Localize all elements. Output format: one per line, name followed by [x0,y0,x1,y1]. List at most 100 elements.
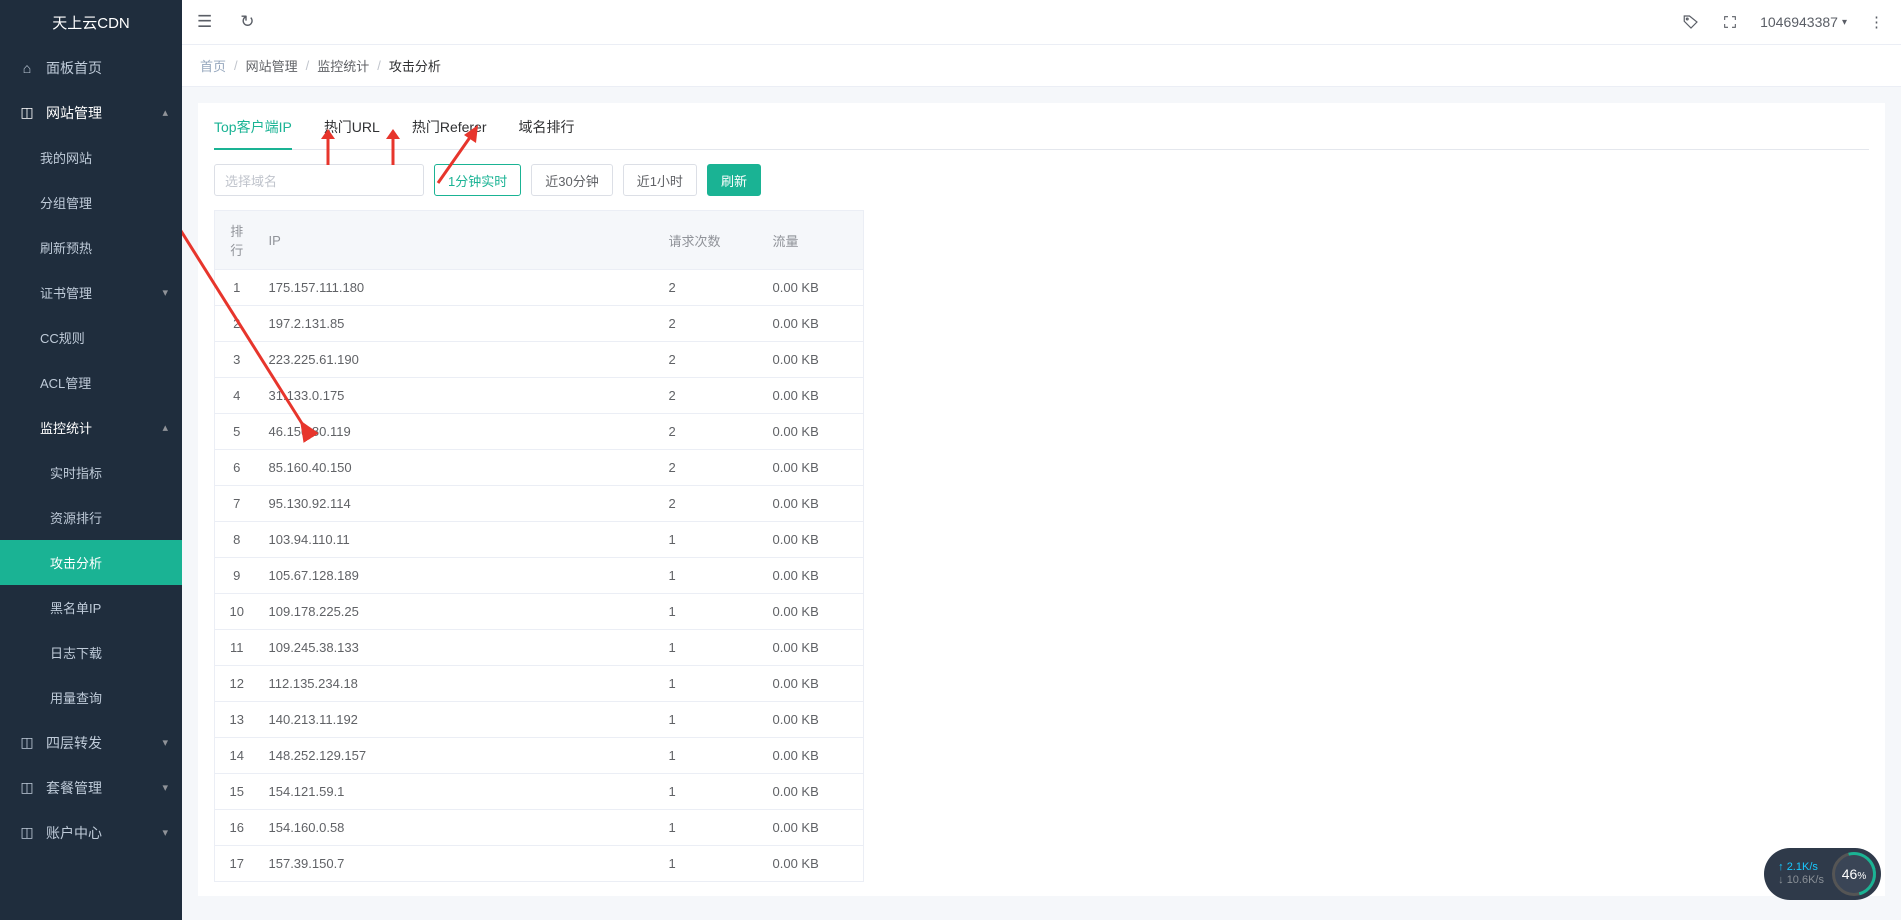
home-icon: ⌂ [18,60,36,76]
breadcrumb-home[interactable]: 首页 [200,56,226,75]
tab-hot-referer[interactable]: 热门Referer [412,117,487,149]
user-dropdown[interactable]: 1046943387 ▾ [1760,14,1847,30]
cell-ip: 85.160.40.150 [259,450,659,486]
table-row: 2197.2.131.8520.00 KB [215,306,864,342]
user-id-label: 1046943387 [1760,14,1838,30]
nav-groups[interactable]: 分组管理 [0,180,182,225]
tab-hot-url[interactable]: 热门URL [324,117,380,149]
breadcrumb-sep: / [306,58,310,73]
nav-dashboard[interactable]: ⌂ 面板首页 [0,45,182,90]
cell-traffic: 0.00 KB [763,594,864,630]
nav-account[interactable]: ◫ 账户中心 ▾ [0,810,182,855]
cell-ip: 154.160.0.58 [259,810,659,846]
table-row: 3223.225.61.19020.00 KB [215,342,864,378]
nav-package-label: 套餐管理 [46,778,102,798]
cell-ip: 105.67.128.189 [259,558,659,594]
chevron-up-icon: ▴ [162,421,168,434]
nav-cc-rules[interactable]: CC规则 [0,315,182,360]
main-area: ☰ ↻ 1046943387 ▾ ⋮ 首页 / 网站管理 / 监控统计 / 攻击… [182,0,1901,920]
nav-refresh-label: 刷新预热 [40,238,92,257]
cell-ip: 175.157.111.180 [259,270,659,306]
nav-logs[interactable]: 日志下载 [0,630,182,675]
nav-package[interactable]: ◫ 套餐管理 ▾ [0,765,182,810]
nav-refresh-preheat[interactable]: 刷新预热 [0,225,182,270]
nav-resource-rank[interactable]: 资源排行 [0,495,182,540]
nav-acl[interactable]: ACL管理 [0,360,182,405]
cube-icon: ◫ [18,734,36,751]
sidebar: 天上云CDN ⌂ 面板首页 ◫ 网站管理 ▴ 我的网站 分组管理 刷新预热 证书… [0,0,182,920]
th-ip: IP [259,211,659,270]
cell-requests: 2 [659,306,763,342]
cell-rank: 3 [215,342,259,378]
nav-cert[interactable]: 证书管理 ▾ [0,270,182,315]
more-icon[interactable]: ⋮ [1869,13,1886,31]
cell-traffic: 0.00 KB [763,306,864,342]
cell-requests: 1 [659,666,763,702]
nav-cc-label: CC规则 [40,328,85,347]
network-widget[interactable]: ↑ 2.1K/s ↓ 10.6K/s 46% [1764,848,1881,900]
th-rank: 排行 [215,211,259,270]
table-row: 11109.245.38.13310.00 KB [215,630,864,666]
domain-select[interactable]: 选择域名 [214,164,424,196]
nav-my-sites-label: 我的网站 [40,148,92,167]
cell-traffic: 0.00 KB [763,846,864,882]
cell-requests: 1 [659,594,763,630]
chevron-down-icon: ▾ [162,826,168,839]
cell-requests: 1 [659,702,763,738]
cell-traffic: 0.00 KB [763,738,864,774]
cell-rank: 7 [215,486,259,522]
time-30m-button[interactable]: 近30分钟 [531,164,612,196]
cell-ip: 140.213.11.192 [259,702,659,738]
nav-my-sites[interactable]: 我的网站 [0,135,182,180]
usage-circle: 46% [1832,852,1876,896]
upload-speed: ↑ 2.1K/s [1778,861,1824,874]
tag-icon[interactable] [1682,13,1700,31]
cell-ip: 112.135.234.18 [259,666,659,702]
cell-traffic: 0.00 KB [763,450,864,486]
table-row: 12112.135.234.1810.00 KB [215,666,864,702]
tab-client-ip[interactable]: Top客户端IP [214,117,292,149]
time-1h-button[interactable]: 近1小时 [623,164,697,196]
nav-logs-label: 日志下载 [50,643,102,662]
table-row: 9105.67.128.18910.00 KB [215,558,864,594]
fullscreen-icon[interactable] [1722,14,1738,30]
breadcrumb-sep: / [377,58,381,73]
cell-traffic: 0.00 KB [763,270,864,306]
time-1m-button[interactable]: 1分钟实时 [434,164,521,196]
nav-site-label: 网站管理 [46,103,102,123]
nav-blacklist[interactable]: 黑名单IP [0,585,182,630]
breadcrumb: 首页 / 网站管理 / 监控统计 / 攻击分析 [182,45,1901,87]
nav-realtime[interactable]: 实时指标 [0,450,182,495]
nav-layer4[interactable]: ◫ 四层转发 ▾ [0,720,182,765]
breadcrumb-sep: / [234,58,238,73]
breadcrumb-site[interactable]: 网站管理 [246,56,298,75]
cell-traffic: 0.00 KB [763,558,864,594]
cell-ip: 95.130.92.114 [259,486,659,522]
nav-usage[interactable]: 用量查询 [0,675,182,720]
cell-requests: 1 [659,774,763,810]
nav-attack-analysis[interactable]: 攻击分析 [0,540,182,585]
tab-domain-rank[interactable]: 域名排行 [519,117,575,149]
hamburger-icon[interactable]: ☰ [197,12,212,32]
table-row: 15154.121.59.110.00 KB [215,774,864,810]
breadcrumb-monitor[interactable]: 监控统计 [317,56,369,75]
nav-monitor[interactable]: 监控统计 ▴ [0,405,182,450]
cell-requests: 2 [659,270,763,306]
table-row: 8103.94.110.1110.00 KB [215,522,864,558]
cell-requests: 2 [659,450,763,486]
nav-site-management[interactable]: ◫ 网站管理 ▴ [0,90,182,135]
chevron-down-icon: ▾ [162,781,168,794]
cell-traffic: 0.00 KB [763,522,864,558]
nav-groups-label: 分组管理 [40,193,92,212]
cell-rank: 1 [215,270,259,306]
reload-icon[interactable]: ↻ [240,12,254,32]
cell-traffic: 0.00 KB [763,810,864,846]
cell-requests: 1 [659,738,763,774]
cell-rank: 4 [215,378,259,414]
cell-requests: 2 [659,414,763,450]
cell-rank: 8 [215,522,259,558]
table-row: 546.150.80.11920.00 KB [215,414,864,450]
cell-ip: 157.39.150.7 [259,846,659,882]
refresh-button[interactable]: 刷新 [707,164,761,196]
th-traffic: 流量 [763,211,864,270]
